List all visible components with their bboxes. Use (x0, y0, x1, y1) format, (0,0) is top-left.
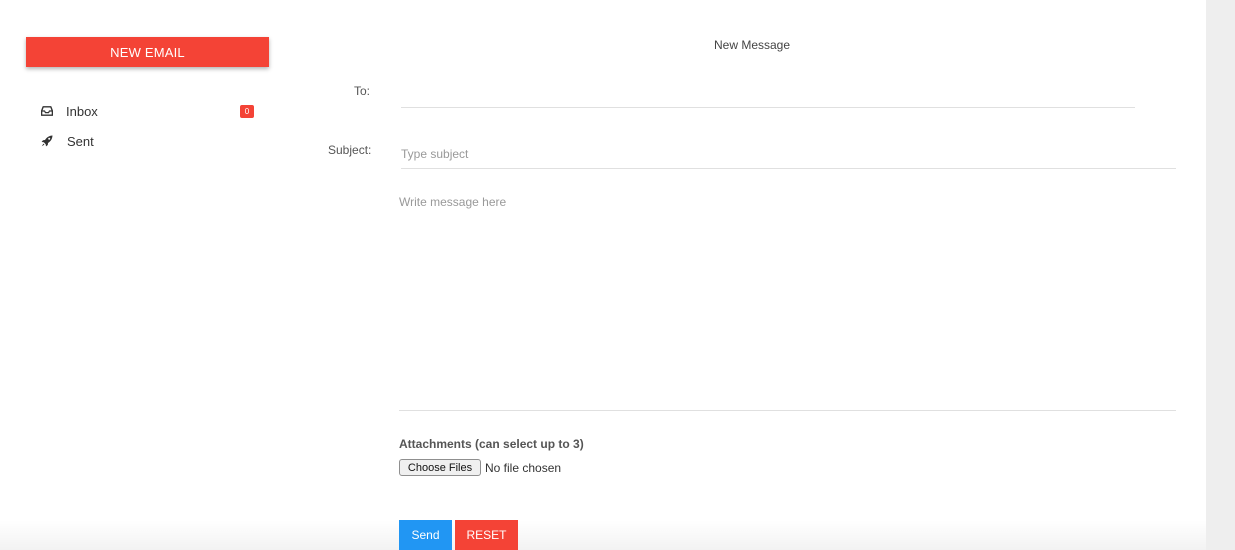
to-input[interactable] (401, 80, 1135, 108)
scrollbar-track[interactable] (1206, 0, 1235, 550)
subject-input[interactable] (401, 140, 1176, 169)
file-picker: Choose Files No file chosen (399, 459, 561, 476)
sidebar-item-label: Sent (67, 133, 94, 149)
attachments-label: Attachments (can select up to 3) (399, 437, 584, 451)
sidebar-item-label: Inbox (66, 103, 98, 119)
choose-files-button[interactable]: Choose Files (399, 459, 481, 476)
sidebar-item-inbox[interactable]: Inbox 0 (40, 101, 256, 121)
send-button[interactable]: Send (399, 520, 452, 550)
reset-button[interactable]: RESET (455, 520, 518, 550)
message-body-textarea[interactable] (399, 193, 1176, 411)
new-email-button[interactable]: NEW EMAIL (26, 37, 269, 67)
sidebar-item-sent[interactable]: Sent (40, 131, 256, 151)
inbox-icon (40, 104, 54, 118)
bottom-shadow (0, 520, 1206, 550)
unread-count-badge: 0 (240, 105, 254, 118)
to-label: To: (354, 84, 371, 98)
file-status-text: No file chosen (485, 460, 562, 475)
subject-label: Subject: (328, 143, 372, 157)
rocket-icon (40, 134, 54, 148)
compose-title: New Message (713, 38, 791, 52)
